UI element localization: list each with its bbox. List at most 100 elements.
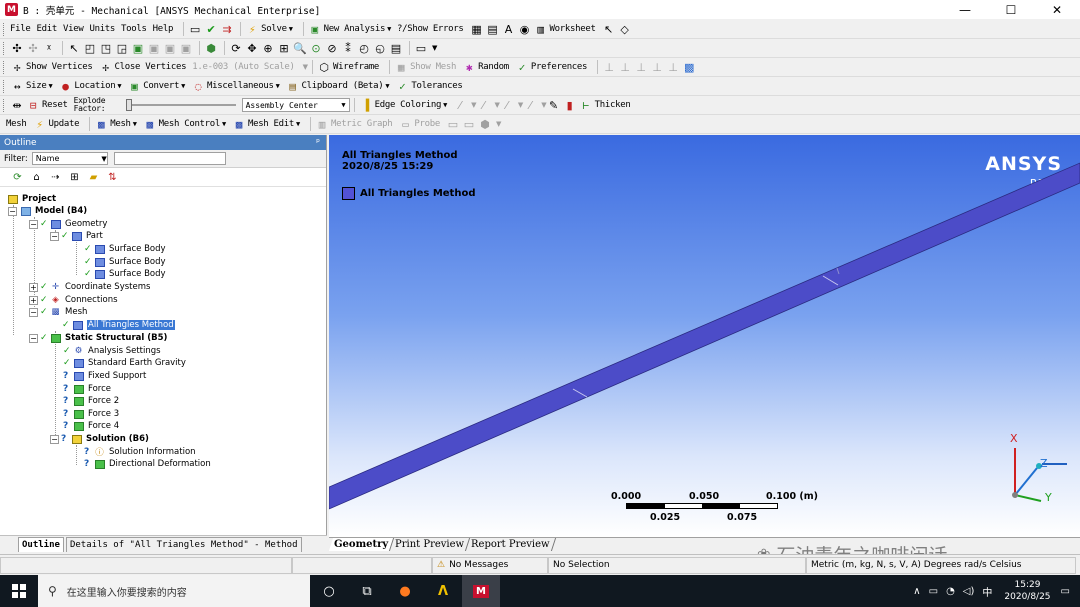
- annotation-e-icon[interactable]: ⊥: [666, 60, 680, 74]
- check-ok-icon[interactable]: ✔: [204, 22, 218, 36]
- next-view-icon[interactable]: ◵: [373, 41, 387, 55]
- show-vertices-toggle[interactable]: ✢ Show Vertices: [10, 60, 93, 74]
- tree-directional-deformation[interactable]: ? Directional Deformation: [84, 458, 211, 470]
- help-pointer-icon[interactable]: ↖: [602, 22, 616, 36]
- image-capture-icon[interactable]: ◉: [518, 22, 532, 36]
- pointer-icon[interactable]: ↖: [67, 41, 81, 55]
- extend-selection-icon[interactable]: ⬢: [204, 41, 218, 55]
- tree-force-2[interactable]: ? Force 2: [63, 395, 119, 407]
- xyz-icon[interactable]: ᵡ: [42, 41, 56, 55]
- close-button[interactable]: ✕: [1034, 0, 1080, 19]
- expand-coordinate-systems-icon[interactable]: +: [29, 282, 38, 292]
- tree-part[interactable]: − ✓ Part: [50, 230, 103, 242]
- tree-coordinate-systems[interactable]: + ✓ ✛ Coordinate Systems: [29, 281, 150, 293]
- tree-connections[interactable]: + ✓ ◈ Connections: [29, 294, 118, 306]
- zoom-box-icon[interactable]: ⊞: [277, 41, 291, 55]
- tree-standard-earth-gravity[interactable]: ✓ Standard Earth Gravity: [63, 357, 186, 369]
- tab-geometry[interactable]: Geometry: [328, 538, 395, 551]
- zoom-icon[interactable]: ⊕: [261, 41, 275, 55]
- mesh-edit-button[interactable]: ▩ Mesh Edit ▼: [232, 117, 300, 131]
- close-vertices-toggle[interactable]: ✢ Close Vertices: [99, 60, 186, 74]
- collapse-static-structural-icon[interactable]: −: [29, 333, 38, 343]
- annotation-d-icon[interactable]: ⊥: [650, 60, 664, 74]
- size-button[interactable]: ↔ Size ▼: [10, 79, 53, 93]
- firefox-icon[interactable]: ●: [386, 575, 424, 607]
- windows-start-button[interactable]: [0, 584, 38, 598]
- vertex-select-icon[interactable]: ◰: [83, 41, 97, 55]
- edge-brush-icon[interactable]: ✎: [547, 98, 561, 112]
- tree-all-triangles-method[interactable]: ✓ All Triangles Method: [62, 319, 175, 331]
- collapse-part-icon[interactable]: −: [50, 231, 59, 241]
- taskbar-clock[interactable]: 15:29 2020/8/25: [1004, 579, 1050, 603]
- location-button[interactable]: ● Location ▼: [58, 79, 121, 93]
- thicken-button[interactable]: ⊢ Thicken: [579, 98, 630, 112]
- folder-icon[interactable]: ▰: [86, 171, 101, 184]
- min-icon[interactable]: ▭: [446, 117, 460, 131]
- sort-icon[interactable]: ⇅: [105, 171, 120, 184]
- wireframe-toggle[interactable]: ⬡ Wireframe: [317, 60, 379, 74]
- tree-fixed-support[interactable]: ? Fixed Support: [63, 370, 146, 382]
- tree-model[interactable]: − Model (B4): [8, 205, 87, 217]
- edge-style-c-icon[interactable]: ⁄: [500, 98, 514, 112]
- miscellaneous-button[interactable]: ◌ Miscellaneous ▼: [191, 79, 280, 93]
- mechanical-taskbar-icon[interactable]: M: [462, 575, 500, 607]
- graph-icon[interactable]: ▦: [470, 22, 484, 36]
- isometric-icon[interactable]: ⁑: [341, 41, 355, 55]
- network-icon[interactable]: ▭: [929, 586, 938, 597]
- menu-edit[interactable]: Edit: [36, 24, 57, 34]
- view-manager-icon[interactable]: ▤: [389, 41, 403, 55]
- filter-select[interactable]: Name ▼: [31, 152, 108, 165]
- menu-tools[interactable]: Tools: [121, 24, 147, 34]
- tab-report-preview[interactable]: Report Preview: [466, 538, 557, 551]
- show-mesh-toggle[interactable]: ▦ Show Mesh: [394, 60, 457, 74]
- show-errors-button[interactable]: ?/Show Errors: [397, 24, 464, 34]
- reset-button[interactable]: ⊟ Reset: [26, 98, 68, 112]
- tree-solution[interactable]: − ? Solution (B6): [50, 433, 149, 445]
- pan-icon[interactable]: ✥: [245, 41, 259, 55]
- annotation-a-icon[interactable]: ⊥: [602, 60, 616, 74]
- pin-icon[interactable]: ᵖ: [316, 138, 320, 148]
- element-face-select-icon[interactable]: ▣: [163, 41, 177, 55]
- worksheet-button[interactable]: ▥ Worksheet: [534, 22, 596, 36]
- select-extend-icon[interactable]: ✣: [26, 41, 40, 55]
- zoom-fit-icon[interactable]: 🔍: [293, 41, 307, 55]
- tree-force-3[interactable]: ? Force 3: [63, 408, 119, 420]
- cortana-icon[interactable]: ○: [310, 575, 348, 607]
- menu-view[interactable]: View: [63, 24, 84, 34]
- tab-outline[interactable]: Outline: [18, 537, 64, 552]
- collapse-geometry-icon[interactable]: −: [29, 219, 38, 229]
- preferences-button[interactable]: ✓ Preferences: [515, 60, 588, 74]
- random-colors-button[interactable]: ✱ Random: [462, 60, 509, 74]
- clipboard-button[interactable]: ▤ Clipboard (Beta) ▼: [286, 79, 389, 93]
- viewport-layout-icon[interactable]: ▭: [414, 41, 428, 55]
- report-icon[interactable]: ▤: [486, 22, 500, 36]
- expand-all-icon[interactable]: ⊞: [67, 171, 82, 184]
- command-prompt-icon[interactable]: ▭: [188, 22, 202, 36]
- ansys-workbench-icon[interactable]: Λ: [424, 575, 462, 607]
- convert-button[interactable]: ▣ Convert ▼: [127, 79, 185, 93]
- magnifier-icon[interactable]: ⊘: [325, 41, 339, 55]
- cube-color-icon[interactable]: ▩: [682, 60, 696, 74]
- tree-analysis-settings[interactable]: ✓ ⚙ Analysis Settings: [63, 345, 161, 357]
- mesh-control-button[interactable]: ▩ Mesh Control ▼: [143, 117, 226, 131]
- tree-filter-icon[interactable]: ⌂: [29, 171, 44, 184]
- assembly-center-select[interactable]: Assembly Center ▼: [241, 98, 350, 112]
- wifi-icon[interactable]: ◔: [946, 586, 955, 597]
- mesh-menu-button[interactable]: ▩ Mesh ▼: [94, 117, 137, 131]
- previous-view-icon[interactable]: ◴: [357, 41, 371, 55]
- filter-input[interactable]: [113, 152, 226, 165]
- tolerances-button[interactable]: ✓ Tolerances: [395, 79, 463, 93]
- volume-icon[interactable]: ◁): [963, 586, 975, 597]
- probe-button[interactable]: ▭ Probe: [398, 117, 440, 131]
- tree-surface-body-1[interactable]: ✓ Surface Body: [84, 243, 166, 255]
- metric-graph-button[interactable]: ▥ Metric Graph: [315, 117, 393, 131]
- zoom-to-fit-icon[interactable]: ⊙: [309, 41, 323, 55]
- tree-mesh[interactable]: − ✓ ▩ Mesh: [29, 306, 87, 318]
- graphics-viewport[interactable]: All Triangles Method 2020/8/25 15:29 All…: [329, 135, 1080, 537]
- explode-icon[interactable]: ⇹: [10, 98, 24, 112]
- ime-indicator[interactable]: 中: [982, 584, 992, 599]
- tree-move-icon[interactable]: ⇢: [48, 171, 63, 184]
- tree-force[interactable]: ? Force: [63, 383, 111, 395]
- face-select-icon[interactable]: ◲: [115, 41, 129, 55]
- collapse-solution-icon[interactable]: −: [50, 434, 59, 444]
